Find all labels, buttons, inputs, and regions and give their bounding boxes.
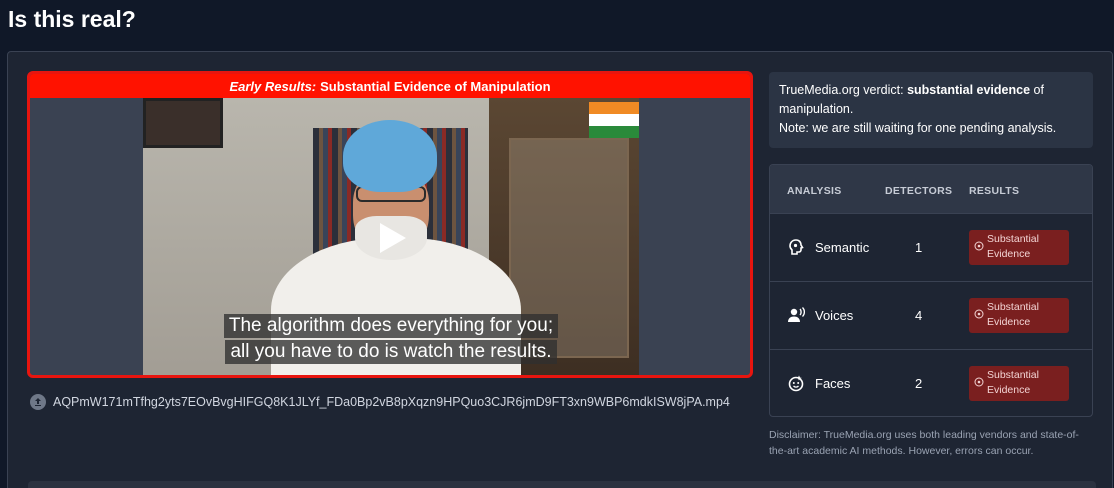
file-name[interactable]: AQPmW171mTfhg2yts7EOvBvgHIFGQ8K1JLYf_FDa…	[53, 395, 730, 409]
next-section-strip	[28, 481, 1096, 488]
verdict-prefix: TrueMedia.org verdict:	[779, 83, 908, 97]
header-results: RESULTS	[969, 185, 1020, 197]
row-detectors: 4	[915, 308, 923, 323]
caption-line-1: The algorithm does everything for you;	[223, 314, 559, 338]
table-row-semantic[interactable]: Semantic 1 Substantial Evidence	[770, 213, 1092, 281]
verdict-note: Note: we are still waiting for one pendi…	[779, 121, 1057, 135]
semantic-brain-icon	[789, 239, 804, 255]
verdict-summary: TrueMedia.org verdict: substantial evide…	[769, 72, 1093, 148]
play-icon[interactable]	[374, 221, 408, 255]
caption-line-2: all you have to do is watch the results.	[225, 340, 557, 364]
video-player[interactable]: The algorithm does everything for you; a…	[143, 98, 639, 375]
banner-prefix: Early Results:	[229, 78, 317, 94]
result-banner: Early Results: Substantial Evidence of M…	[30, 74, 750, 98]
alert-circle-icon	[974, 309, 984, 319]
row-detectors: 2	[915, 376, 923, 391]
result-badge: Substantial Evidence	[969, 366, 1069, 401]
header-detectors: DETECTORS	[885, 185, 953, 197]
voice-icon	[788, 307, 805, 322]
banner-text: Substantial Evidence of Manipulation	[320, 78, 551, 94]
verdict-strong: substantial evidence	[907, 83, 1031, 97]
row-label: Semantic	[815, 240, 870, 255]
flag-image	[589, 102, 639, 138]
row-detectors: 1	[915, 240, 923, 255]
table-row-faces[interactable]: Faces 2 Substantial Evidence	[770, 349, 1092, 416]
person-turban	[343, 120, 437, 192]
result-badge: Substantial Evidence	[969, 230, 1069, 265]
wall-picture	[143, 98, 223, 148]
table-header: ANALYSIS DETECTORS RESULTS	[770, 165, 1092, 213]
page-title: Is this real?	[8, 6, 136, 32]
face-icon	[788, 375, 804, 392]
alert-circle-icon	[974, 241, 984, 251]
analysis-table: ANALYSIS DETECTORS RESULTS Semantic 1 Su…	[769, 164, 1093, 417]
table-row-voices[interactable]: Voices 4 Substantial Evidence	[770, 281, 1092, 349]
result-text: Substantial Evidence	[987, 369, 1039, 396]
row-label: Voices	[815, 308, 854, 323]
media-preview: Early Results: Substantial Evidence of M…	[27, 71, 753, 378]
alert-circle-icon	[974, 377, 984, 387]
result-text: Substantial Evidence	[987, 301, 1039, 328]
upload-file-icon	[30, 394, 46, 410]
header-analysis: ANALYSIS	[787, 185, 842, 197]
result-badge: Substantial Evidence	[969, 298, 1069, 333]
file-info: AQPmW171mTfhg2yts7EOvBvgHIFGQ8K1JLYf_FDa…	[30, 394, 730, 410]
result-text: Substantial Evidence	[987, 233, 1039, 260]
disclaimer: Disclaimer: TrueMedia.org uses both lead…	[769, 429, 1079, 457]
row-label: Faces	[815, 376, 851, 391]
video-captions: The algorithm does everything for you; a…	[143, 314, 639, 364]
